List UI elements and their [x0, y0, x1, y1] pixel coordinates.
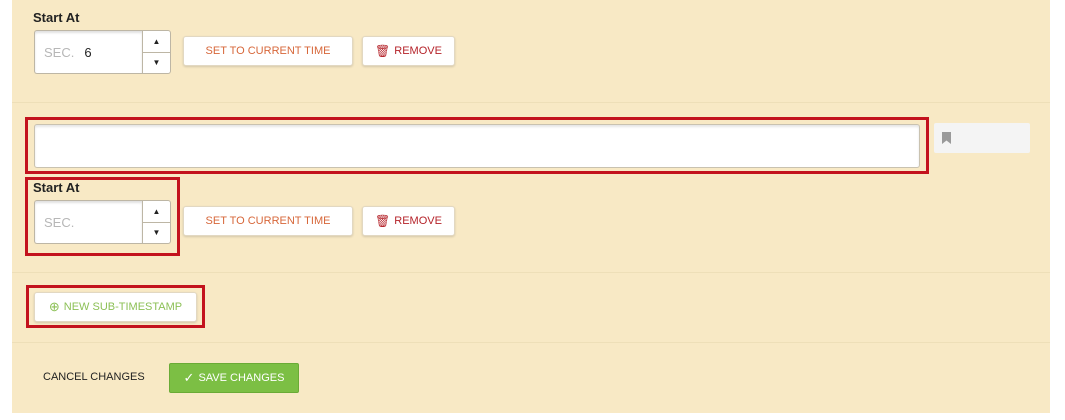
save-changes-button[interactable]: ✓ SAVE CHANGES — [169, 363, 299, 393]
spin-down-button[interactable]: ▼ — [142, 52, 171, 74]
chevron-down-icon: ▼ — [152, 58, 161, 68]
seconds-placeholder: SEC. — [44, 44, 75, 60]
trash-icon: 🗑 — [375, 44, 391, 58]
set-to-current-time-button[interactable]: SET TO CURRENT TIME — [183, 206, 353, 236]
new-sub-timestamp-label: NEW SUB-TIMESTAMP — [63, 301, 183, 313]
seconds-value: 6 — [84, 44, 92, 60]
bookmark-button[interactable] — [934, 123, 1030, 153]
bookmark-icon — [942, 132, 951, 144]
new-sub-timestamp-button[interactable]: ⊕ NEW SUB-TIMESTAMP — [34, 292, 197, 322]
remove-button[interactable]: 🗑 REMOVE — [362, 36, 455, 66]
start-at-label: Start At — [33, 180, 80, 195]
timestamp-text-input[interactable] — [34, 124, 920, 168]
chevron-down-icon: ▼ — [152, 228, 161, 238]
start-seconds-input[interactable]: SEC. 6 — [34, 30, 142, 74]
spin-up-button[interactable]: ▲ — [142, 30, 171, 53]
section-divider — [12, 102, 1050, 103]
check-icon: ✓ — [183, 370, 195, 385]
chevron-up-icon: ▲ — [152, 206, 161, 216]
spin-up-button[interactable]: ▲ — [142, 200, 171, 223]
trash-icon: 🗑 — [375, 214, 391, 228]
spin-down-button[interactable]: ▼ — [142, 222, 171, 244]
cancel-changes-link[interactable]: CANCEL CHANGES — [43, 371, 145, 383]
start-seconds-spinner: SEC. 6 ▲ ▼ — [34, 30, 171, 74]
chevron-up-icon: ▲ — [152, 36, 161, 46]
set-to-current-time-button[interactable]: SET TO CURRENT TIME — [183, 36, 353, 66]
remove-label: REMOVE — [394, 215, 442, 227]
section-divider — [12, 342, 1050, 343]
plus-circle-icon: ⊕ — [48, 299, 60, 314]
section-divider — [12, 272, 1050, 273]
start-at-label: Start At — [33, 10, 80, 25]
set-to-current-time-label: SET TO CURRENT TIME — [205, 45, 331, 57]
save-changes-label: SAVE CHANGES — [198, 372, 285, 384]
set-to-current-time-label: SET TO CURRENT TIME — [205, 215, 331, 227]
seconds-placeholder: SEC. — [44, 214, 75, 230]
remove-button[interactable]: 🗑 REMOVE — [362, 206, 455, 236]
start-seconds-spinner: SEC. ▲ ▼ — [34, 200, 171, 244]
start-seconds-input[interactable]: SEC. — [34, 200, 142, 244]
remove-label: REMOVE — [394, 45, 442, 57]
